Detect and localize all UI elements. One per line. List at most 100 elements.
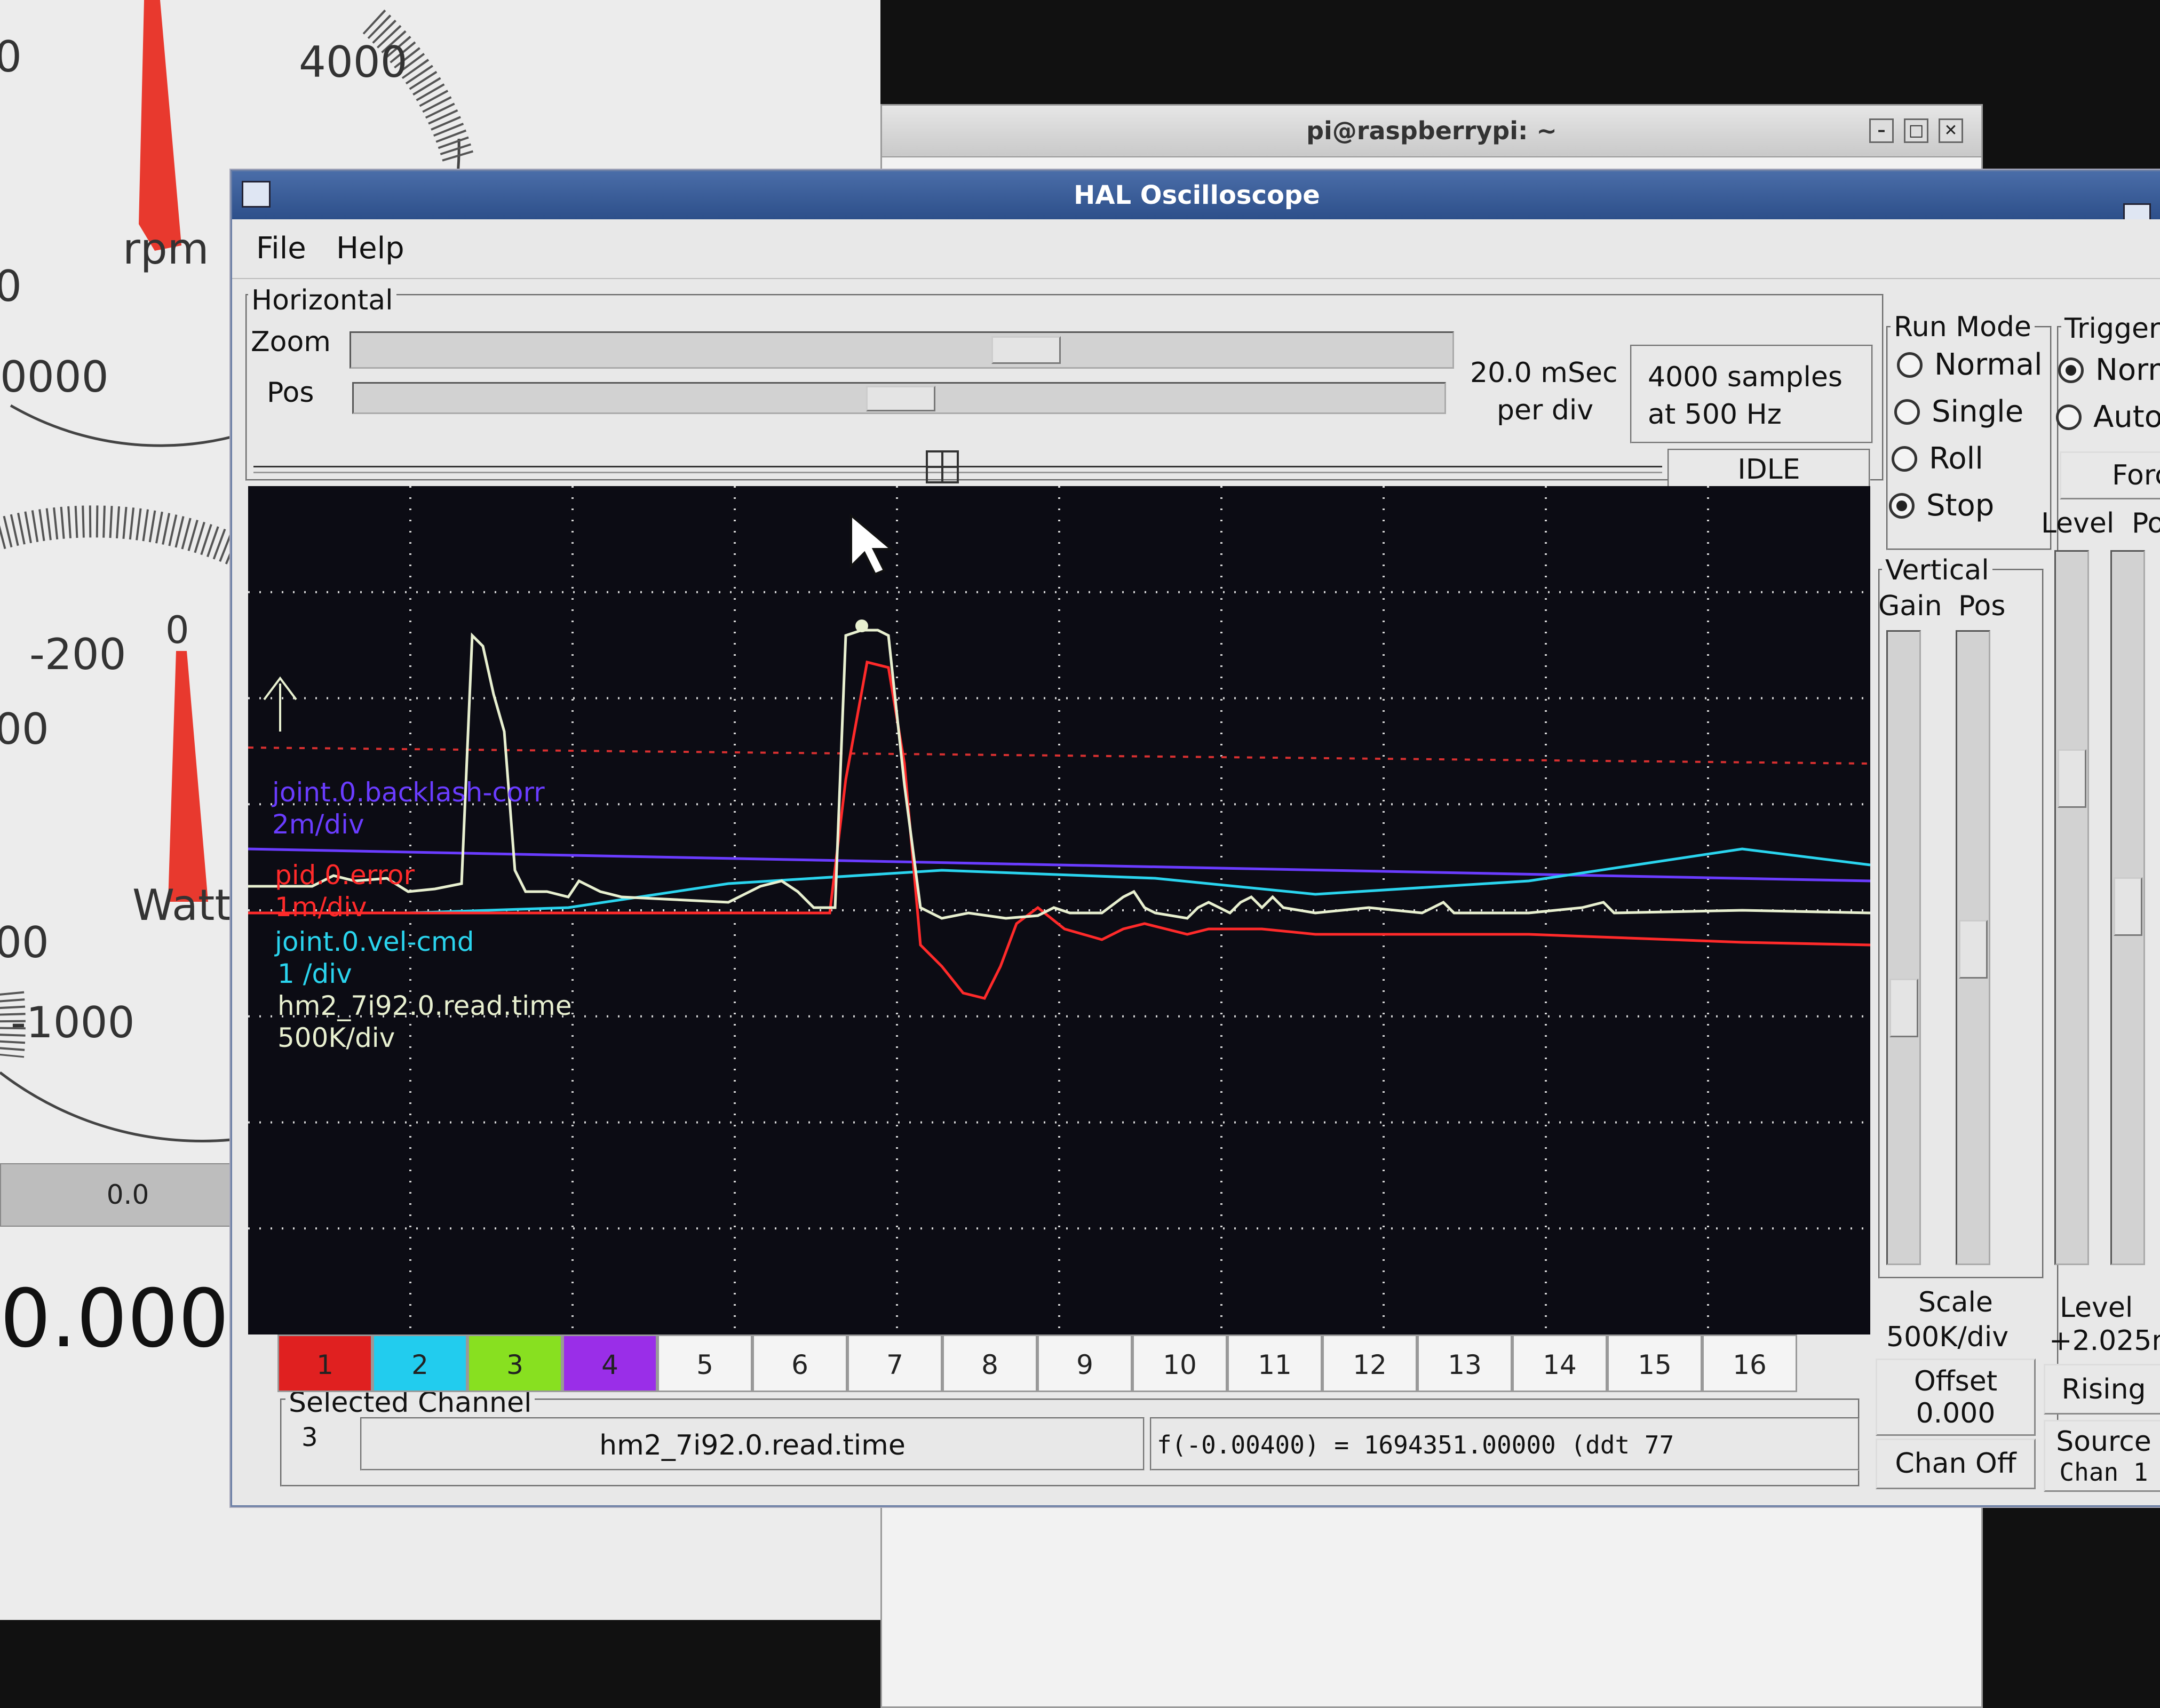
- run-mode-normal[interactable]: Normal: [1897, 347, 2043, 382]
- channel-button-16[interactable]: 16: [1702, 1334, 1797, 1392]
- channel-button-13[interactable]: 13: [1417, 1334, 1512, 1392]
- trigger-force-button[interactable]: Force: [2060, 451, 2160, 499]
- selected-channel-number: 3: [301, 1423, 318, 1452]
- channel-button-5[interactable]: 5: [657, 1334, 752, 1392]
- channel-button-2[interactable]: 2: [372, 1334, 467, 1392]
- vertical-gain-slider-thumb[interactable]: [1889, 979, 1918, 1037]
- samples-line2: at 500 Hz: [1648, 399, 1782, 431]
- trigger-level-line: [248, 746, 1870, 765]
- channel-button-6[interactable]: 6: [752, 1334, 847, 1392]
- zoom-slider[interactable]: [350, 331, 1454, 369]
- zoom-label: Zoom: [251, 326, 331, 358]
- pos-slider[interactable]: [352, 382, 1446, 414]
- channel-button-10[interactable]: 10: [1132, 1334, 1227, 1392]
- run-mode-single[interactable]: Single: [1894, 394, 2023, 429]
- trace-cursor-dot: [855, 619, 868, 632]
- watts-tick-minus-200: -200: [29, 630, 126, 679]
- run-mode-roll[interactable]: Roll: [1892, 441, 1983, 476]
- menubar: File Help: [232, 219, 2160, 279]
- terminal-close-button[interactable]: ✕: [1939, 118, 1963, 143]
- watts-value: 0.0: [106, 1179, 149, 1210]
- trigger-source-button[interactable]: Source Chan 1: [2044, 1420, 2160, 1492]
- rpm-left-label: 0: [0, 261, 22, 311]
- radio-selected-icon: [1889, 492, 1915, 519]
- vertical-pos-label: Pos: [1958, 590, 2006, 622]
- close-icon: ✕: [1944, 121, 1958, 140]
- vertical-pos-slider-thumb[interactable]: [1959, 920, 1988, 979]
- chan-off-button[interactable]: Chan Off: [1876, 1439, 2036, 1489]
- trigger-level-slider[interactable]: [2054, 550, 2089, 1265]
- record-position-marker[interactable]: [926, 450, 959, 483]
- vertical-gain-slider[interactable]: [1886, 630, 1921, 1265]
- run-mode-roll-label: Roll: [1929, 441, 1983, 476]
- trace-scale-backlash-corr: 2m/div: [272, 809, 364, 840]
- pos-slider-thumb[interactable]: [866, 386, 935, 411]
- scope-title: HAL Oscilloscope: [1074, 180, 1320, 210]
- channel-button-8[interactable]: 8: [942, 1334, 1037, 1392]
- channel-button-15[interactable]: 15: [1607, 1334, 1702, 1392]
- watts-gauge-arc: [0, 505, 264, 575]
- trace-label-pid-error: pid.0.error: [275, 860, 415, 891]
- big-numeric-readout: 0.000: [0, 1273, 229, 1365]
- trigger-level-slider-label: Level: [2041, 507, 2115, 539]
- run-mode-frame-label: Run Mode: [1891, 311, 2035, 343]
- vertical-offset-button[interactable]: Offset 0.000: [1876, 1359, 2036, 1436]
- trigger-mode-auto-label: Auto: [2093, 400, 2160, 434]
- channel-button-11[interactable]: 11: [1227, 1334, 1322, 1392]
- scope-display[interactable]: joint.0.backlash-corr 2m/div pid.0.error…: [248, 486, 1870, 1334]
- terminal-maximize-button[interactable]: □: [1904, 118, 1928, 143]
- trigger-frame-label: Trigger: [2061, 313, 2160, 345]
- trigger-mode-normal-label: Norm: [2095, 353, 2160, 387]
- menu-file[interactable]: File: [256, 231, 306, 266]
- trace-scale-vel-cmd: 1 /div: [277, 958, 352, 989]
- trace-pid-error: [248, 660, 1870, 1000]
- trigger-arrow-icon: [263, 676, 297, 732]
- radio-selected-icon: [2058, 357, 2084, 383]
- maximize-icon: □: [1908, 121, 1924, 140]
- watts-gauge-outline: [0, 1071, 257, 1142]
- scope-titlebar[interactable]: HAL Oscilloscope: [232, 171, 2160, 219]
- selected-channel-readout-box: f(-0.00400) = 1694351.00000 (ddt 77: [1150, 1417, 1860, 1471]
- trigger-edge-button[interactable]: Rising: [2044, 1364, 2160, 1415]
- watts-needle: [168, 651, 208, 902]
- channel-button-14[interactable]: 14: [1512, 1334, 1607, 1392]
- run-mode-stop[interactable]: Stop: [1889, 488, 1994, 523]
- trigger-source-label: Source: [2056, 1426, 2151, 1458]
- rpm-max-label: 0000: [0, 352, 109, 402]
- watts-value-box: 0.0: [0, 1163, 256, 1227]
- samples-line1: 4000 samples: [1648, 361, 1843, 393]
- channel-button-3[interactable]: 3: [467, 1334, 562, 1392]
- radio-icon: [1892, 446, 1917, 472]
- trace-label-vel-cmd: joint.0.vel-cmd: [275, 926, 474, 957]
- trigger-level-slider-thumb[interactable]: [2058, 749, 2086, 808]
- run-mode-single-label: Single: [1932, 394, 2024, 429]
- vertical-pos-slider[interactable]: [1956, 630, 1990, 1265]
- trigger-source-value: Chan 1: [2059, 1458, 2148, 1487]
- trigger-pos-slider[interactable]: [2110, 550, 2145, 1265]
- channel-button-12[interactable]: 12: [1322, 1334, 1417, 1392]
- rpm-unit-label: rpm: [123, 224, 209, 274]
- radio-icon: [1897, 352, 1923, 378]
- channel-button-1[interactable]: 1: [277, 1334, 372, 1392]
- terminal-minimize-button[interactable]: –: [1869, 118, 1894, 143]
- menu-help[interactable]: Help: [336, 231, 404, 266]
- channel-button-9[interactable]: 9: [1037, 1334, 1132, 1392]
- terminal-titlebar[interactable]: pi@raspberrypi: ~ – □ ✕: [882, 106, 1981, 157]
- run-mode-normal-label: Normal: [1934, 347, 2043, 382]
- zoom-slider-thumb[interactable]: [991, 336, 1061, 364]
- selected-channel-pin-box[interactable]: hm2_7i92.0.read.time: [360, 1417, 1145, 1471]
- trigger-mode-auto[interactable]: Auto: [2056, 400, 2160, 434]
- watts-tick-zero: 0: [165, 608, 189, 652]
- channel-button-7[interactable]: 7: [847, 1334, 942, 1392]
- trace-scale-read-time: 500K/div: [277, 1022, 395, 1053]
- vertical-offset-value: 0.000: [1916, 1397, 1996, 1429]
- sample-info-box: 4000 samples at 500 Hz: [1630, 345, 1873, 443]
- horizontal-frame-label: Horizontal: [248, 284, 396, 316]
- trigger-pos-slider-thumb[interactable]: [2114, 877, 2142, 936]
- rpm-needle: [139, 0, 181, 251]
- rpm-tick-4000: 4000: [299, 37, 408, 87]
- channel-button-4[interactable]: 4: [562, 1334, 657, 1392]
- radio-icon: [2056, 404, 2082, 430]
- trigger-mode-normal[interactable]: Norm: [2058, 353, 2160, 387]
- trace-scale-pid-error: 1m/div: [275, 892, 367, 923]
